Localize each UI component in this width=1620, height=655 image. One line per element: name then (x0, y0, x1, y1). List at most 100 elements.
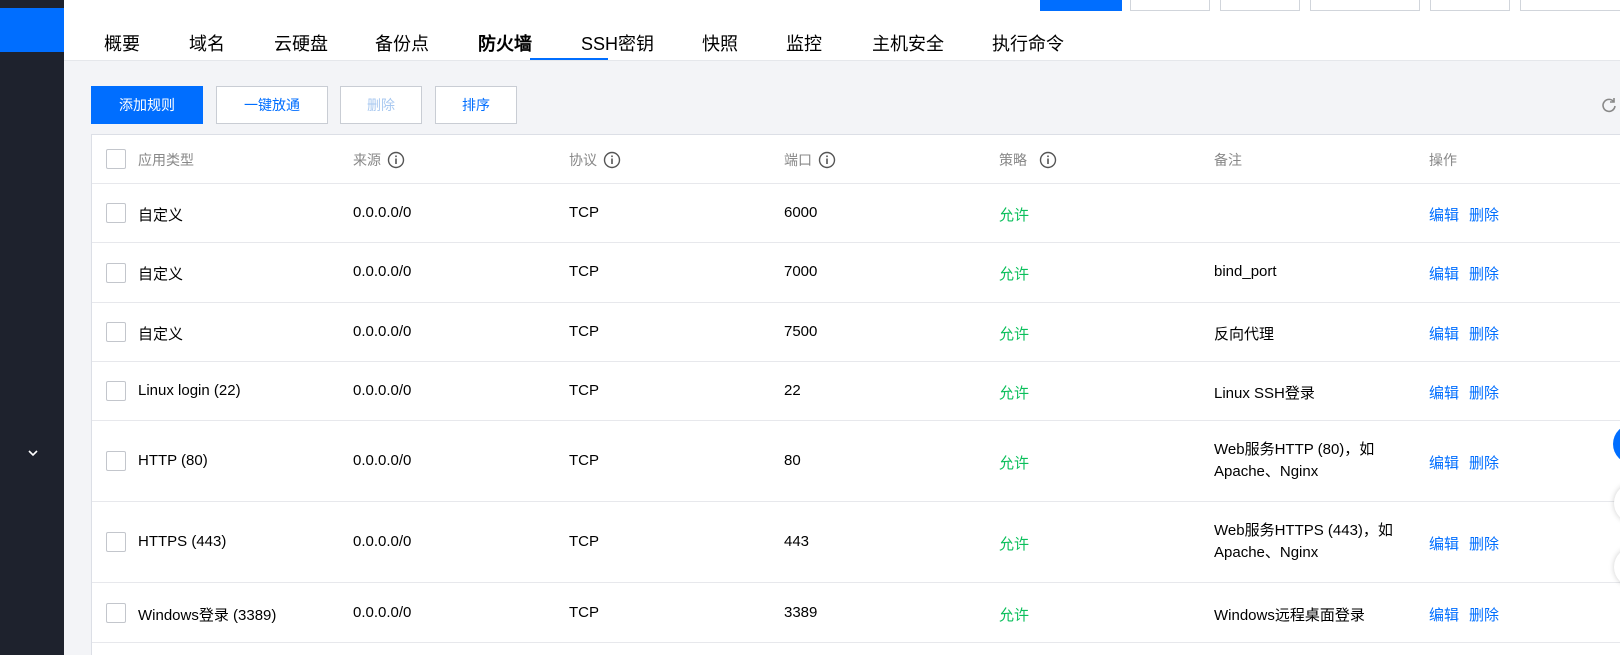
cell-port: 6000 (784, 204, 818, 221)
cell-port: 443 (784, 533, 810, 550)
cell-policy: 允许 (999, 455, 1030, 472)
cell-port: 7500 (784, 323, 818, 340)
top-button-1[interactable] (1130, 0, 1210, 11)
delete-link[interactable]: 删除 (1469, 263, 1499, 284)
cell-app-type: Linux login (22) (138, 382, 241, 399)
cell-policy: 允许 (999, 326, 1030, 343)
edit-link[interactable]: 编辑 (1429, 533, 1459, 554)
table-header-row: 应用类型 来源 协议 端口 策略 备注 操作 (92, 135, 1620, 184)
top-button-3[interactable] (1310, 0, 1420, 11)
delete-link[interactable]: 删除 (1469, 533, 1499, 554)
cell-source: 0.0.0.0/0 (353, 263, 412, 280)
tab-backup[interactable]: 备份点 (375, 30, 429, 56)
tab-snapshot[interactable]: 快照 (702, 30, 738, 56)
tab-bar: 概要 域名 云硬盘 备份点 防火墙 SSH密钥 快照 监控 主机安全 执行命令 (64, 0, 1620, 61)
cell-policy: 允许 (999, 536, 1030, 553)
cell-port: 7000 (784, 263, 818, 280)
tab-run-command[interactable]: 执行命令 (992, 30, 1064, 56)
cell-app-type: 自定义 (138, 266, 184, 283)
cell-policy: 允许 (999, 207, 1030, 224)
top-primary-button[interactable] (1040, 0, 1122, 11)
cell-app-type: HTTP (80) (138, 452, 208, 469)
top-button-2[interactable] (1220, 0, 1300, 11)
table-row: 自定义 0.0.0.0/0 TCP 7000 允许 bind_port 编辑 删… (92, 243, 1620, 303)
table-row: 自定义 0.0.0.0/0 TCP 6000 允许 编辑 删除 (92, 184, 1620, 243)
cell-port: 80 (784, 452, 801, 469)
cell-protocol: TCP (569, 263, 599, 280)
cell-app-type: 自定义 (138, 326, 184, 343)
table-row: HTTP (80) 0.0.0.0/0 TCP 80 允许 Web服务HTTP … (92, 421, 1620, 502)
edit-link[interactable]: 编辑 (1429, 382, 1459, 403)
top-button-5[interactable] (1520, 0, 1620, 11)
info-icon[interactable] (818, 151, 836, 169)
table-row: Windows登录 (3389) 0.0.0.0/0 TCP 3389 允许 W… (92, 583, 1620, 643)
cell-remark: Linux SSH登录 (1214, 385, 1315, 402)
cell-protocol: TCP (569, 204, 599, 221)
table-row: 自定义 0.0.0.0/0 TCP 7500 允许 反向代理 编辑 删除 (92, 303, 1620, 362)
edit-link[interactable]: 编辑 (1429, 204, 1459, 225)
cell-source: 0.0.0.0/0 (353, 323, 412, 340)
sidebar-active-item[interactable] (0, 8, 64, 52)
edit-link[interactable]: 编辑 (1429, 323, 1459, 344)
cell-protocol: TCP (569, 533, 599, 550)
tab-ssh-key[interactable]: SSH密钥 (581, 30, 654, 56)
info-icon[interactable] (387, 151, 405, 169)
edit-link[interactable]: 编辑 (1429, 604, 1459, 625)
select-all-checkbox[interactable] (106, 149, 126, 169)
cell-policy: 允许 (999, 266, 1030, 283)
tab-firewall[interactable]: 防火墙 (478, 30, 532, 56)
header-protocol: 协议 (569, 150, 621, 170)
add-rule-button[interactable]: 添加规则 (91, 86, 203, 124)
cell-remark: Web服务HTTP (80)，如 Apache、Nginx (1214, 441, 1375, 480)
header-app-type: 应用类型 (138, 152, 194, 168)
cell-protocol: TCP (569, 323, 599, 340)
cell-port: 3389 (784, 604, 818, 621)
row-checkbox[interactable] (106, 263, 126, 283)
cell-source: 0.0.0.0/0 (353, 533, 412, 550)
cell-policy: 允许 (999, 607, 1030, 624)
header-policy: 策略 (999, 150, 1057, 170)
cell-policy: 允许 (999, 385, 1030, 402)
info-icon[interactable] (603, 151, 621, 169)
delete-link[interactable]: 删除 (1469, 604, 1499, 625)
cell-remark: bind_port (1214, 263, 1277, 280)
info-icon[interactable] (1039, 151, 1057, 169)
row-checkbox[interactable] (106, 381, 126, 401)
edit-link[interactable]: 编辑 (1429, 263, 1459, 284)
cell-app-type: HTTPS (443) (138, 533, 227, 550)
cell-port: 22 (784, 382, 801, 399)
edit-link[interactable]: 编辑 (1429, 452, 1459, 473)
table-row: HTTPS (443) 0.0.0.0/0 TCP 443 允许 Web服务HT… (92, 502, 1620, 583)
header-action: 操作 (1429, 152, 1457, 168)
cell-protocol: TCP (569, 604, 599, 621)
delete-link[interactable]: 删除 (1469, 204, 1499, 225)
delete-button[interactable]: 删除 (340, 86, 422, 124)
delete-link[interactable]: 删除 (1469, 452, 1499, 473)
tab-overview[interactable]: 概要 (104, 30, 140, 56)
row-checkbox[interactable] (106, 603, 126, 623)
row-checkbox[interactable] (106, 203, 126, 223)
sort-button[interactable]: 排序 (435, 86, 517, 124)
chevron-down-icon[interactable] (26, 446, 40, 460)
header-remark: 备注 (1214, 152, 1242, 168)
tab-cloud-disk[interactable]: 云硬盘 (274, 30, 328, 56)
row-checkbox[interactable] (106, 451, 126, 471)
tab-monitor[interactable]: 监控 (786, 30, 822, 56)
cell-source: 0.0.0.0/0 (353, 382, 412, 399)
cell-protocol: TCP (569, 452, 599, 469)
cell-source: 0.0.0.0/0 (353, 452, 412, 469)
cell-protocol: TCP (569, 382, 599, 399)
delete-link[interactable]: 删除 (1469, 323, 1499, 344)
header-source: 来源 (353, 150, 405, 170)
row-checkbox[interactable] (106, 322, 126, 342)
left-sidebar (0, 0, 64, 655)
top-button-4[interactable] (1430, 0, 1510, 11)
tab-domain[interactable]: 域名 (189, 30, 225, 56)
refresh-icon[interactable] (1600, 96, 1618, 114)
tab-host-security[interactable]: 主机安全 (872, 30, 944, 56)
delete-link[interactable]: 删除 (1469, 382, 1499, 403)
one-click-open-button[interactable]: 一键放通 (216, 86, 328, 124)
row-checkbox[interactable] (106, 532, 126, 552)
cell-remark: Web服务HTTPS (443)，如 Apache、Nginx (1214, 522, 1393, 561)
cell-app-type: 自定义 (138, 207, 184, 224)
